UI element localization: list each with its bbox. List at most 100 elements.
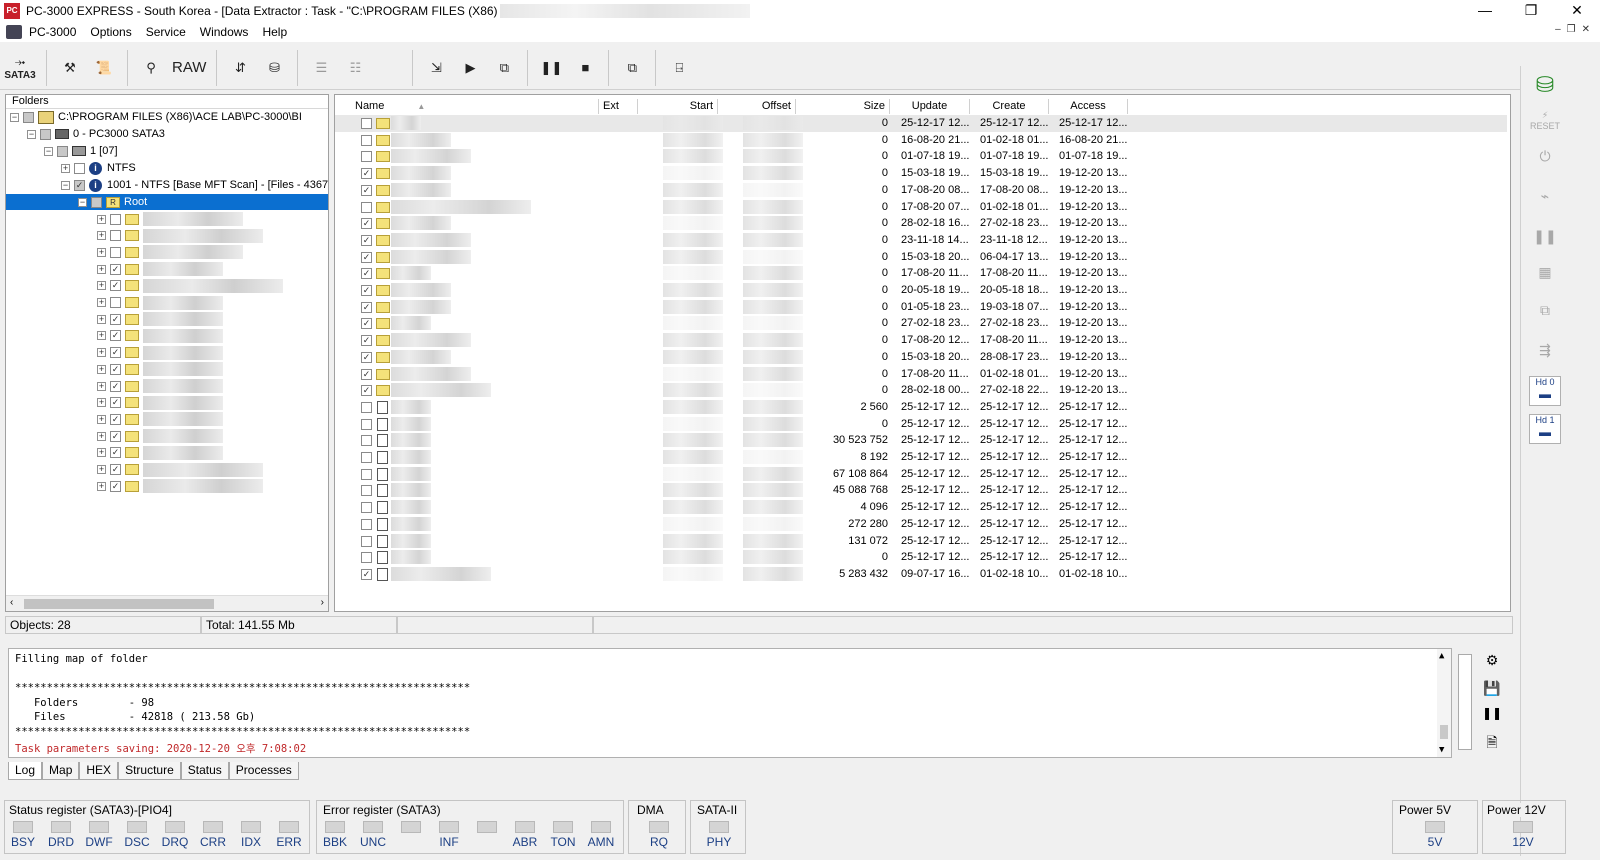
- grid-row[interactable]: 8 192 25-12-17 12... 25-12-17 12... 25-12-1…: [335, 449, 1507, 466]
- tree-checkbox[interactable]: [57, 145, 68, 157]
- tree-node-mft-scan[interactable]: − ✓ i 1001 - NTFS [Base MFT Scan] - [Fil…: [61, 177, 328, 193]
- pause-icon[interactable]: ❚❚: [1482, 706, 1502, 724]
- collapse-icon[interactable]: −: [44, 146, 53, 156]
- power-icon[interactable]: ⏻: [1529, 148, 1561, 178]
- tree-node-subfolder[interactable]: + ✓: [97, 378, 223, 394]
- scrollbar-thumb[interactable]: [24, 599, 214, 609]
- tree-checkbox[interactable]: ✓: [110, 263, 121, 275]
- expand-icon[interactable]: +: [97, 247, 106, 257]
- tree-checkbox[interactable]: [110, 297, 121, 308]
- row-checkbox[interactable]: ✓: [361, 301, 372, 313]
- binoculars-button[interactable]: ⚲: [134, 50, 168, 86]
- tree-node-subfolder[interactable]: + ✓: [97, 445, 223, 461]
- row-checkbox[interactable]: ✓: [361, 285, 372, 296]
- grid-row[interactable]: 30 523 752 25-12-17 12... 25-12-17 12... 25…: [335, 432, 1507, 449]
- tree-puzzle-button[interactable]: ☷: [338, 50, 372, 86]
- tree-checkbox[interactable]: ✓: [110, 464, 121, 475]
- row-checkbox[interactable]: ✓: [361, 568, 372, 580]
- menu-windows[interactable]: Windows: [193, 25, 256, 39]
- row-checkbox[interactable]: ✓: [361, 351, 372, 363]
- tab-log[interactable]: Log: [8, 762, 43, 780]
- tree-node-subfolder[interactable]: + ✓: [97, 278, 283, 294]
- grid-row[interactable]: ✓ 5 283 432 09-07-17 16... 01-02-18 10... 01…: [335, 566, 1507, 583]
- grid-row[interactable]: ✓ 0 17-08-20 11... 17-08-20 11... 19-12-20 1…: [335, 265, 1507, 282]
- row-checkbox[interactable]: [361, 502, 372, 514]
- row-checkbox[interactable]: [361, 118, 372, 129]
- tab-hex[interactable]: HEX: [79, 762, 119, 780]
- grid-row[interactable]: 0 25-12-17 12... 25-12-17 12... 25-12-17 12…: [335, 115, 1507, 132]
- grid-row[interactable]: 131 072 25-12-17 12... 25-12-17 12... 25-12…: [335, 533, 1507, 550]
- pc3000-menu-icon[interactable]: [6, 25, 22, 39]
- tab-processes[interactable]: Processes: [228, 762, 299, 780]
- tree-node-subfolder[interactable]: +: [97, 295, 223, 311]
- grid-row[interactable]: 0 16-08-20 21... 01-02-18 01... 16-08-20 21…: [335, 132, 1507, 149]
- tree-checkbox[interactable]: ✓: [74, 179, 85, 191]
- column-header-size[interactable]: Size: [796, 99, 890, 114]
- expand-icon[interactable]: +: [97, 481, 106, 491]
- scroll-left-icon[interactable]: ‹: [10, 597, 13, 608]
- expand-icon[interactable]: +: [97, 264, 106, 274]
- tree-checkbox[interactable]: ✓: [110, 313, 121, 325]
- grid-row[interactable]: ✓ 0 20-05-18 19... 20-05-18 18... 19-12-20 1…: [335, 282, 1507, 299]
- tree-checkbox[interactable]: ✓: [110, 347, 121, 359]
- row-checkbox[interactable]: [361, 435, 372, 447]
- tree-checkbox[interactable]: [110, 230, 121, 242]
- restore-button[interactable]: ❐: [1508, 0, 1554, 22]
- grid-row[interactable]: ✓ 0 17-08-20 12... 17-08-20 11... 19-12-20 1…: [335, 332, 1507, 349]
- menu-help[interactable]: Help: [255, 25, 294, 39]
- menu-service[interactable]: Service: [139, 25, 193, 39]
- column-header-update[interactable]: Update: [890, 99, 970, 114]
- collapse-icon[interactable]: −: [78, 197, 87, 207]
- pc3000-app-icon[interactable]: PC: [4, 3, 20, 19]
- tree-node-subfolder[interactable]: + ✓: [97, 328, 223, 344]
- tree-node-root[interactable]: − R Root: [6, 194, 328, 210]
- export-button[interactable]: ⇲: [419, 50, 453, 86]
- log-scrollbar[interactable]: ▲ ▼: [1437, 649, 1451, 757]
- tree-node-subfolder[interactable]: + ✓: [97, 261, 223, 277]
- column-header-create[interactable]: Create: [970, 99, 1049, 114]
- collapse-icon[interactable]: −: [27, 129, 36, 139]
- tree-node-subfolder[interactable]: + ✓: [97, 462, 263, 478]
- tree-node-ntfs[interactable]: + i NTFS: [61, 160, 136, 176]
- expand-icon[interactable]: +: [97, 465, 106, 474]
- row-checkbox[interactable]: [361, 552, 372, 564]
- grid-row[interactable]: 0 25-12-17 12... 25-12-17 12... 25-12-17 12…: [335, 549, 1507, 566]
- scroll-right-icon[interactable]: ›: [321, 597, 324, 608]
- grid-row[interactable]: ✓ 0 27-02-18 23... 27-02-18 23... 19-12-20 1…: [335, 315, 1507, 332]
- tree-checkbox[interactable]: ✓: [110, 380, 121, 392]
- tree-checkbox[interactable]: ✓: [110, 280, 121, 292]
- tree-node-subfolder[interactable]: +: [97, 244, 243, 260]
- tree-node-subfolder[interactable]: +: [97, 228, 263, 244]
- tree-node-root-path[interactable]: − C:\PROGRAM FILES (X86)\ACE LAB\PC-3000…: [10, 109, 302, 125]
- grid-row[interactable]: 2 560 25-12-17 12... 25-12-17 12... 25-12-1…: [335, 399, 1507, 416]
- pause-icon[interactable]: ❚❚: [1529, 228, 1561, 258]
- tab-map[interactable]: Map: [42, 762, 80, 780]
- row-checkbox[interactable]: ✓: [361, 184, 372, 196]
- column-header-offset[interactable]: Offset: [718, 99, 796, 114]
- raw-button[interactable]: RAW: [168, 50, 210, 86]
- hd1-button[interactable]: Hd 1 ▬: [1529, 414, 1561, 444]
- row-checkbox[interactable]: ✓: [361, 368, 372, 380]
- log-level-slider[interactable]: [1458, 654, 1472, 750]
- grid-row[interactable]: ✓ 0 28-02-18 16... 27-02-18 23... 19-12-20 1…: [335, 215, 1507, 232]
- mdi-close-button[interactable]: ✕: [1582, 24, 1590, 35]
- grid-row[interactable]: ✓ 0 23-11-18 14... 23-11-18 12... 19-12-20 1…: [335, 232, 1507, 249]
- expand-icon[interactable]: +: [97, 231, 106, 241]
- hd0-button[interactable]: Hd 0 ▬: [1529, 376, 1561, 406]
- row-checkbox[interactable]: [361, 485, 372, 497]
- windows-button[interactable]: ⧉: [615, 50, 649, 86]
- drive-button[interactable]: ⛁: [257, 50, 291, 86]
- tree-checkbox[interactable]: ✓: [110, 397, 121, 409]
- expand-icon[interactable]: +: [97, 364, 106, 374]
- play-button[interactable]: ▶: [453, 50, 487, 86]
- row-checkbox[interactable]: ✓: [361, 268, 372, 280]
- expand-icon[interactable]: +: [97, 314, 106, 324]
- tree-checkbox[interactable]: ✓: [110, 413, 121, 425]
- network-button[interactable]: ⧉: [487, 50, 521, 86]
- plug-icon[interactable]: ⌁: [1529, 188, 1561, 218]
- row-checkbox[interactable]: ✓: [361, 251, 372, 263]
- grid-row[interactable]: ✓ 0 17-08-20 08... 17-08-20 08... 19-12-20 1…: [335, 182, 1507, 199]
- mdi-minimize-button[interactable]: –: [1555, 24, 1561, 35]
- copy-icon[interactable]: ⧉: [1529, 302, 1561, 332]
- tree-node-subfolder[interactable]: +: [97, 211, 243, 227]
